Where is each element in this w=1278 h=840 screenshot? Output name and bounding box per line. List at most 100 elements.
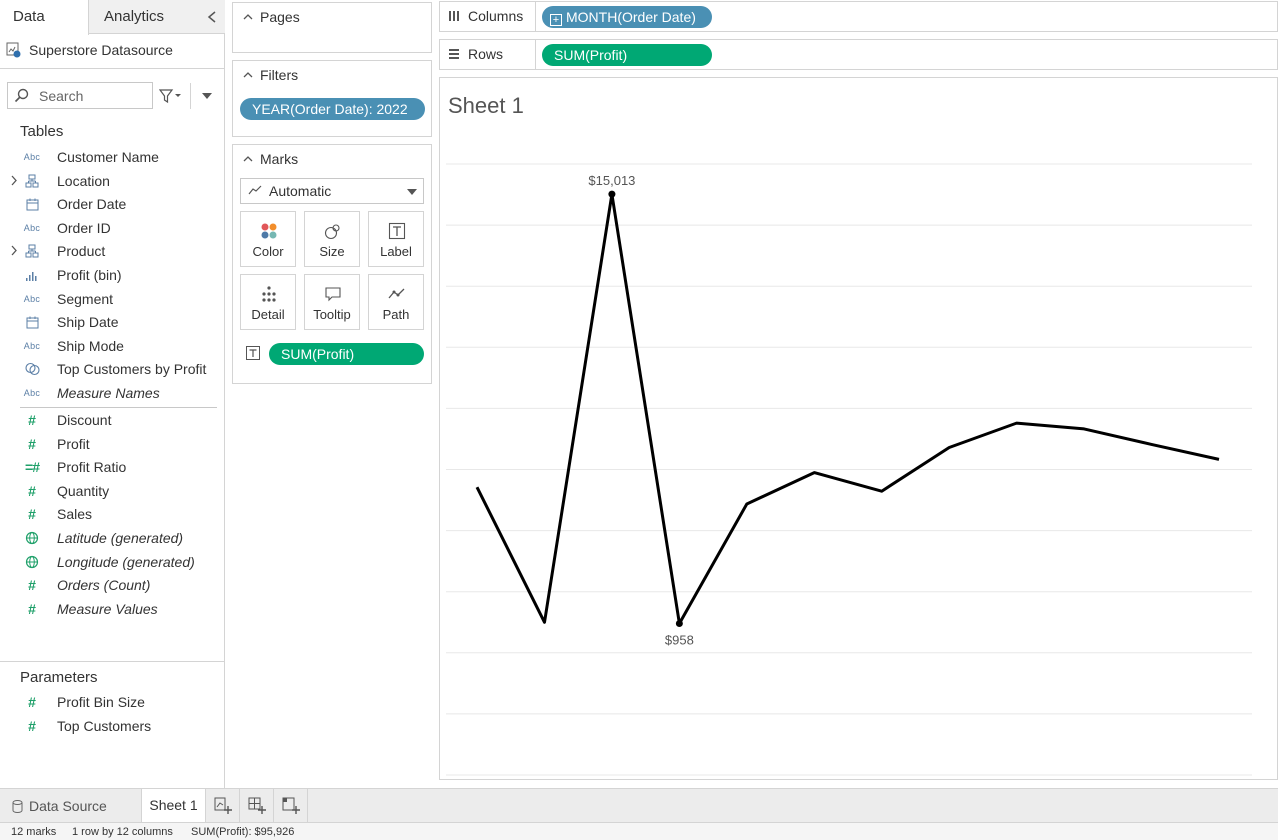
pages-card-title[interactable]: Pages bbox=[243, 9, 300, 25]
columns-shelf[interactable]: Columns + MONTH(Order Date) bbox=[439, 1, 1278, 32]
datasource-icon bbox=[6, 42, 21, 58]
data-point[interactable] bbox=[475, 485, 479, 489]
label-button[interactable]: Label bbox=[368, 211, 424, 267]
field-label: Top Customers by Profit bbox=[57, 361, 207, 378]
columns-pill-month[interactable]: + MONTH(Order Date) bbox=[542, 6, 712, 28]
hierarchy-icon bbox=[23, 243, 41, 259]
chevron-up-icon[interactable] bbox=[243, 155, 253, 163]
number-icon: # bbox=[28, 718, 36, 734]
marks-pill-sum-profit[interactable]: SUM(Profit) bbox=[269, 343, 424, 365]
field-search-input[interactable]: Search bbox=[7, 82, 153, 109]
size-button[interactable]: Size bbox=[304, 211, 360, 267]
tooltip-label: Tooltip bbox=[313, 307, 351, 322]
field-label: Profit bbox=[57, 435, 90, 452]
field-label: Orders (Count) bbox=[57, 577, 151, 594]
rows-shelf[interactable]: Rows SUM(Profit) bbox=[439, 39, 1278, 70]
size-label: Size bbox=[319, 244, 345, 259]
bin-icon bbox=[23, 267, 41, 283]
data-point[interactable] bbox=[812, 471, 816, 475]
field-item[interactable]: Latitude (generated) bbox=[0, 527, 224, 549]
chevron-right-icon[interactable] bbox=[10, 245, 18, 256]
tab-sheet-1[interactable]: Sheet 1 bbox=[141, 789, 206, 823]
filters-card-title[interactable]: Filters bbox=[243, 67, 298, 83]
tab-data-source[interactable]: Data Source bbox=[0, 789, 141, 823]
field-item[interactable]: # Top Customers bbox=[0, 715, 224, 737]
tables-title: Tables bbox=[20, 123, 64, 140]
data-point[interactable] bbox=[1217, 457, 1221, 461]
field-item[interactable]: # Orders (Count) bbox=[0, 574, 224, 596]
mark-type-select[interactable]: Automatic bbox=[240, 178, 424, 204]
rows-label: Rows bbox=[468, 46, 504, 62]
search-placeholder: Search bbox=[39, 87, 84, 104]
field-item[interactable]: Profit (bin) bbox=[0, 264, 224, 286]
mark-type-value: Automatic bbox=[269, 183, 332, 199]
color-dots-icon bbox=[261, 223, 277, 239]
chevron-up-icon[interactable] bbox=[243, 71, 253, 79]
line-chart[interactable]: $15,013 $958 bbox=[440, 78, 1277, 779]
field-label: Sales bbox=[57, 506, 93, 523]
field-item[interactable]: Product bbox=[0, 240, 224, 262]
field-item[interactable]: Location bbox=[0, 170, 224, 192]
field-item[interactable]: # Profit Bin Size bbox=[0, 691, 224, 713]
rows-pill-sum-profit[interactable]: SUM(Profit) bbox=[542, 44, 712, 66]
hierarchy-icon bbox=[23, 173, 41, 189]
filters-card[interactable]: Filters YEAR(Order Date): 2022 bbox=[232, 60, 432, 137]
data-point[interactable] bbox=[675, 620, 683, 628]
data-point[interactable] bbox=[542, 620, 546, 624]
new-dashboard-button[interactable] bbox=[240, 789, 274, 823]
datasource-item[interactable]: Superstore Datasource bbox=[6, 40, 173, 60]
data-point[interactable] bbox=[880, 489, 884, 493]
field-item[interactable]: Top Customers by Profit bbox=[0, 358, 224, 380]
field-item[interactable]: Abc Measure Names bbox=[0, 382, 224, 404]
field-item[interactable]: Abc Customer Name bbox=[0, 146, 224, 168]
color-button[interactable]: Color bbox=[240, 211, 296, 267]
chevron-up-icon[interactable] bbox=[243, 13, 253, 21]
field-item[interactable]: # Sales bbox=[0, 503, 224, 525]
data-point[interactable] bbox=[1015, 421, 1019, 425]
new-story-button[interactable] bbox=[274, 789, 308, 823]
filter-pill-year[interactable]: YEAR(Order Date): 2022 bbox=[240, 98, 425, 120]
data-point[interactable] bbox=[608, 190, 616, 198]
filter-icon[interactable] bbox=[159, 88, 183, 104]
field-item[interactable]: =# Profit Ratio bbox=[0, 456, 224, 478]
field-label: Top Customers bbox=[57, 718, 152, 734]
search-icon bbox=[14, 88, 29, 102]
plus-box-icon[interactable]: + bbox=[550, 14, 562, 26]
line-chart-icon bbox=[248, 185, 262, 195]
marks-card-title[interactable]: Marks bbox=[243, 151, 298, 167]
tab-data[interactable]: Data bbox=[0, 0, 89, 35]
rows-icon bbox=[449, 49, 459, 59]
data-point[interactable] bbox=[745, 502, 749, 506]
status-marks: 12 marks bbox=[11, 826, 57, 838]
sheet-tabs-bar: Data Source Sheet 1 bbox=[0, 788, 1278, 823]
field-item[interactable]: # Measure Values bbox=[0, 598, 224, 620]
collapse-pane-icon[interactable] bbox=[205, 9, 219, 25]
field-item[interactable]: Order Date bbox=[0, 193, 224, 215]
field-item[interactable]: Longitude (generated) bbox=[0, 551, 224, 573]
columns-label: Columns bbox=[468, 8, 524, 24]
data-point[interactable] bbox=[947, 446, 951, 450]
worksheet-view[interactable]: Sheet 1 $15,013 $958 bbox=[439, 77, 1278, 780]
parameters-title: Parameters bbox=[20, 669, 98, 686]
chevron-down-icon[interactable] bbox=[201, 91, 213, 101]
field-label: Profit Ratio bbox=[57, 459, 127, 476]
field-item[interactable]: # Profit bbox=[0, 433, 224, 455]
tooltip-button[interactable]: Tooltip bbox=[304, 274, 360, 330]
data-point[interactable] bbox=[1150, 442, 1154, 446]
pages-card[interactable]: Pages bbox=[232, 2, 432, 53]
calc-number-icon: =# bbox=[25, 459, 40, 476]
field-label: Latitude (generated) bbox=[57, 530, 184, 546]
field-item[interactable]: Abc Order ID bbox=[0, 217, 224, 239]
path-button[interactable]: Path bbox=[368, 274, 424, 330]
field-item[interactable]: Abc Ship Mode bbox=[0, 335, 224, 357]
data-point[interactable] bbox=[1082, 427, 1086, 431]
divider bbox=[0, 661, 224, 662]
field-item[interactable]: Abc Segment bbox=[0, 288, 224, 310]
tab-analytics[interactable]: Analytics bbox=[104, 0, 164, 34]
new-worksheet-button[interactable] bbox=[206, 789, 240, 823]
field-item[interactable]: # Quantity bbox=[0, 480, 224, 502]
field-item[interactable]: # Discount bbox=[0, 409, 224, 431]
detail-button[interactable]: Detail bbox=[240, 274, 296, 330]
chevron-right-icon[interactable] bbox=[10, 175, 18, 186]
field-item[interactable]: Ship Date bbox=[0, 311, 224, 333]
